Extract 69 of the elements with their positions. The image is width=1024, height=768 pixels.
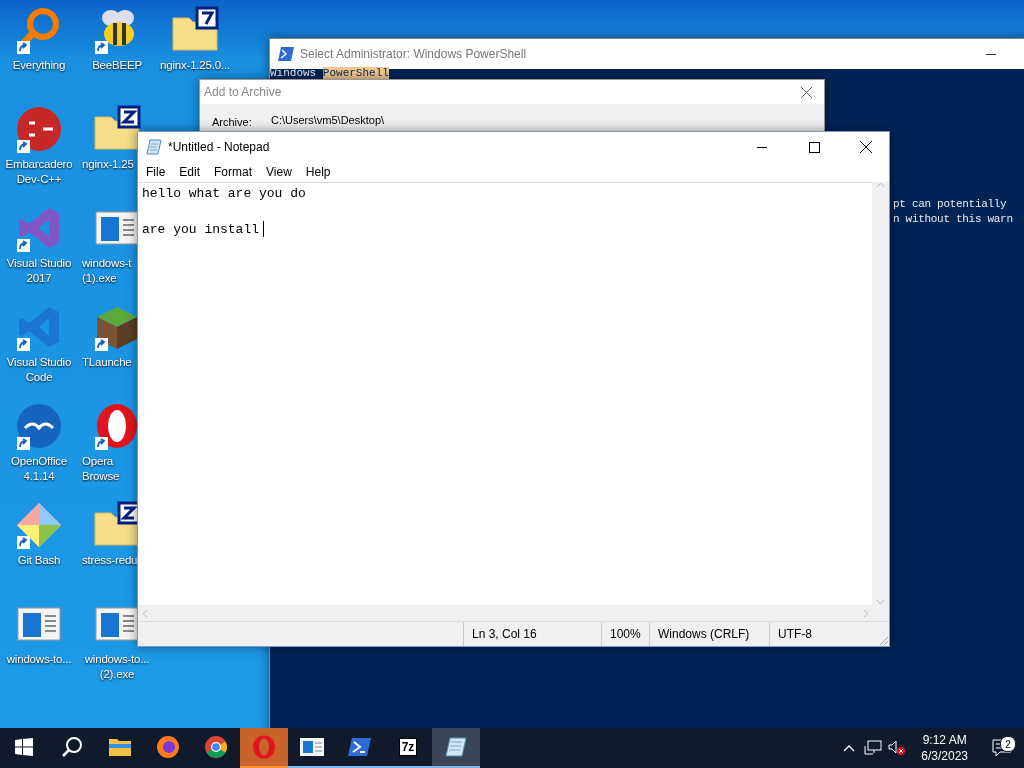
desktop-icon-label[interactable]: Opera Browse	[78, 454, 120, 484]
clock-time: 9:12 AM	[922, 732, 967, 748]
notification-count: 2	[1000, 736, 1016, 752]
window-title: Select Administrator: Windows PowerShell	[300, 47, 527, 61]
desktop-icon-label[interactable]: nginx-1.25	[78, 157, 134, 172]
chevron-up-icon[interactable]	[843, 744, 856, 752]
menu-item[interactable]: Edit	[172, 165, 208, 179]
status-text: Ln 3, Col 16	[463, 622, 601, 646]
powershell-icon	[348, 737, 372, 757]
status-text: Windows (CRLF)	[649, 622, 769, 646]
desktop-icon-label[interactable]: windows-to... (2).exe	[84, 652, 150, 682]
desktop-icon-label[interactable]: Git Bash	[17, 553, 61, 568]
desktop-icon-label[interactable]: windows-to...	[6, 652, 72, 667]
menu-item[interactable]: Format	[207, 165, 260, 179]
scroll-down-icon	[876, 599, 885, 605]
chrome-icon	[204, 735, 228, 759]
maximize-icon	[808, 141, 820, 153]
document-text[interactable]: hello what are you do are you install	[142, 185, 868, 239]
close-icon	[800, 86, 812, 98]
taskbar-button[interactable]	[432, 728, 480, 768]
minimize-icon	[757, 146, 767, 148]
console-text: n without this warn	[893, 212, 1013, 227]
desktop-icon-label[interactable]: windows-t (1).exe	[78, 256, 132, 286]
message-icon	[992, 739, 1012, 757]
network-icon[interactable]	[864, 740, 883, 756]
menu-item[interactable]: Help	[298, 165, 338, 179]
menu-item[interactable]: View	[259, 165, 299, 179]
window-title: *Untitled - Notepad	[168, 140, 270, 154]
resize-grip-icon	[879, 636, 889, 646]
windows-start-icon	[15, 738, 33, 756]
notepad-icon	[146, 139, 162, 155]
muted-speaker-icon[interactable]	[888, 740, 907, 756]
scroll-up-icon	[876, 182, 885, 188]
vertical-scrollbar[interactable]	[872, 182, 889, 605]
gulls-icon	[15, 402, 63, 450]
notifications-button[interactable]: 2	[980, 738, 1024, 758]
minimize-icon	[986, 53, 996, 55]
status-text: UTF-8	[769, 622, 865, 646]
powershell-icon	[278, 47, 294, 61]
dialog-title: Add to Archive	[204, 85, 282, 99]
clock[interactable]: 9:12 AM 6/3/2023	[909, 732, 980, 764]
opera-icon	[252, 735, 276, 759]
horizontal-scrollbar[interactable]	[138, 605, 889, 621]
desktop-icon-label[interactable]: Visual Studio 2017	[6, 256, 72, 286]
archive-path: C:\Users\vm5\Desktop\	[271, 114, 385, 126]
console-text: pt can potentially	[893, 197, 1007, 212]
desktop-icon-label[interactable]: nginx-1.25.0...	[160, 58, 230, 73]
desktop-icon-label[interactable]: TLaunche	[78, 355, 132, 370]
clock-date: 6/3/2023	[921, 748, 968, 764]
scroll-left-icon	[142, 608, 148, 618]
desktop-icon-label[interactable]: Everything	[12, 58, 66, 73]
desktop-icon-label[interactable]: OpenOffice 4.1.14	[11, 454, 67, 484]
program-window-icon	[299, 736, 325, 758]
seven-zip-icon: 7z	[398, 738, 418, 756]
scroll-right-icon	[863, 608, 869, 618]
notepad-icon	[444, 736, 468, 758]
archive-folder-icon	[171, 6, 219, 54]
desktop-icon-label[interactable]: Visual Studio Code	[6, 355, 72, 385]
desktop-icon-label[interactable]: Embarcadero Dev-C++	[5, 157, 73, 187]
folder-icon	[108, 737, 132, 757]
close-icon	[860, 141, 872, 153]
desktop-icon-label[interactable]: BeeBEEP	[92, 58, 142, 73]
search-icon	[61, 736, 83, 758]
field-label: Archive:	[212, 116, 252, 128]
text-cursor	[263, 221, 264, 237]
desktop-icon-label[interactable]: stress-redu	[78, 553, 138, 568]
console-text: Windows PowerShell	[270, 68, 389, 79]
status-text: 100%	[601, 622, 649, 646]
menu-item[interactable]: File	[139, 165, 173, 179]
